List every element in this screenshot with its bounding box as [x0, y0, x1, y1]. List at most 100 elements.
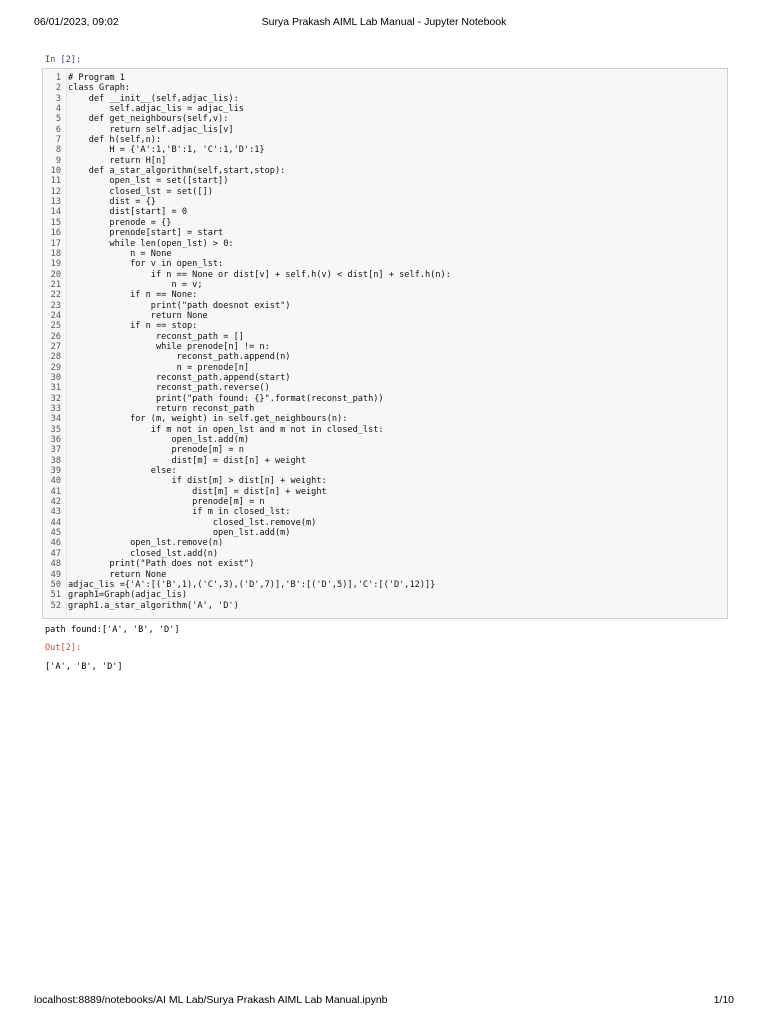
line-number: 3 [55, 93, 61, 104]
line-number: 41 [50, 486, 61, 497]
code-text: n = prenode[n] [68, 362, 250, 373]
code-line: 12 closed_lst = set([]) [43, 187, 451, 197]
code-text: dist[m] = dist[n] + weight [68, 486, 327, 497]
code-line: 39 else: [43, 466, 451, 476]
line-number: 18 [50, 248, 61, 259]
line-number: 47 [50, 548, 61, 559]
line-number: 48 [50, 559, 61, 570]
code-text: reconst_path = [] [68, 331, 244, 342]
code-text: if m in closed_lst: [68, 507, 291, 518]
code-text: open_lst.add(m) [68, 528, 291, 539]
code-text: graph1=Graph(adjac_lis) [68, 590, 187, 601]
code-line: 47 closed_lst.add(n) [43, 549, 451, 559]
code-text: prenode[m] = n [68, 497, 265, 508]
code-line: 21 n = v; [43, 280, 451, 290]
line-number: 42 [50, 497, 61, 508]
code-line: 16 prenode[start] = start [43, 228, 451, 238]
code-line: 40 if dist[m] > dist[n] + weight: [43, 476, 451, 486]
code-text: if dist[m] > dist[n] + weight: [68, 476, 327, 487]
code-text: print("path found: {}".format(reconst_pa… [68, 393, 384, 404]
line-number: 23 [50, 300, 61, 311]
code-line: 50 adjac_lis ={'A':[('B',1),('C',3),('D',… [43, 580, 451, 590]
code-line: 33 return reconst_path [43, 404, 451, 414]
line-number: 36 [50, 435, 61, 446]
line-number: 8 [55, 145, 61, 156]
line-number: 12 [50, 186, 61, 197]
line-number: 11 [50, 176, 61, 187]
line-number: 29 [50, 362, 61, 373]
code-line: 11 open_lst = set([start]) [43, 176, 451, 186]
line-number: 37 [50, 445, 61, 456]
code-line: 46 open_lst.remove(n) [43, 538, 451, 548]
code-text: open_lst = set([start]) [68, 176, 229, 187]
line-number: 39 [50, 466, 61, 477]
line-number: 5 [55, 114, 61, 125]
code-text: print("path doesnot exist") [68, 300, 291, 311]
line-number: 2 [55, 83, 61, 94]
code-line: 48 print("Path does not exist") [43, 559, 451, 569]
code-text: else: [68, 466, 177, 477]
line-number: 13 [50, 197, 61, 208]
code-line: 38 dist[m] = dist[n] + weight [43, 456, 451, 466]
code-line: 5 def get_neighbours(self,v): [43, 114, 451, 124]
page-title: Surya Prakash AIML Lab Manual - Jupyter … [261, 16, 507, 28]
code-line: 26 reconst_path = [] [43, 332, 451, 342]
code-line: 43 if m in closed_lst: [43, 507, 451, 517]
code-text: def __init__(self,adjac_lis): [68, 93, 239, 104]
code-text: if m not in open_lst and m not in closed… [68, 424, 384, 435]
code-line: 2 class Graph: [43, 83, 451, 93]
code-text: return H[n] [68, 155, 167, 166]
line-number: 31 [50, 383, 61, 394]
code-line: 45 open_lst.add(m) [43, 528, 451, 538]
line-number: 17 [50, 238, 61, 249]
code-text: n = v; [68, 279, 203, 290]
code-text: for (m, weight) in self.get_neighbours(n… [68, 414, 348, 425]
line-number: 38 [50, 455, 61, 466]
code-line: 25 if n == stop: [43, 321, 451, 331]
code-text: while prenode[n] != n: [68, 341, 270, 352]
code-text: graph1.a_star_algorithm('A', 'D') [68, 600, 239, 611]
code-line: 42 prenode[m] = n [43, 497, 451, 507]
line-number: 45 [50, 528, 61, 539]
line-number: 32 [50, 393, 61, 404]
code-text: return self.adjac_lis[v] [68, 124, 234, 135]
line-number: 1 [55, 73, 61, 83]
code-text: closed_lst = set([]) [68, 186, 213, 197]
code-line: 24 return None [43, 311, 451, 321]
code-line: 44 closed_lst.remove(m) [43, 518, 451, 528]
code-editor[interactable]: 1 # Program 1 2 class Graph: 3 def __init__(… [43, 73, 451, 611]
code-line: 29 n = prenode[n] [43, 363, 451, 373]
cell-result: ['A', 'B', 'D'] [45, 662, 123, 672]
code-line: 49 return None [43, 570, 451, 580]
code-text: prenode[m] = n [68, 445, 244, 456]
line-number: 30 [50, 372, 61, 383]
code-text: reconst_path.append(start) [68, 372, 291, 383]
code-text: H = {'A':1,'B':1, 'C':1,'D':1} [68, 145, 265, 156]
line-number: 50 [50, 579, 61, 590]
line-number: 34 [50, 414, 61, 425]
line-number: 51 [50, 590, 61, 601]
line-number: 46 [50, 538, 61, 549]
code-line: 22 if n == None: [43, 290, 451, 300]
code-line: 7 def h(self,n): [43, 135, 451, 145]
cell-stdout: path found:['A', 'B', 'D'] [45, 625, 180, 635]
code-text: def h(self,n): [68, 135, 162, 146]
code-text: open_lst.add(m) [68, 435, 250, 446]
code-line: 18 n = None [43, 249, 451, 259]
code-text: print("Path does not exist") [68, 559, 255, 570]
code-line: 23 print("path doesnot exist") [43, 301, 451, 311]
code-text: adjac_lis ={'A':[('B',1),('C',3),('D',7)… [68, 579, 436, 590]
line-number: 24 [50, 310, 61, 321]
code-text: # Program 1 [68, 73, 125, 83]
code-line: 4 self.adjac_lis = adjac_lis [43, 104, 451, 114]
code-line: 6 return self.adjac_lis[v] [43, 125, 451, 135]
code-line: 28 reconst_path.append(n) [43, 352, 451, 362]
line-number: 16 [50, 228, 61, 239]
code-line: 30 reconst_path.append(start) [43, 373, 451, 383]
line-number: 10 [50, 166, 61, 177]
code-cell[interactable]: 1 # Program 1 2 class Graph: 3 def __init__(… [42, 68, 728, 619]
line-number: 9 [55, 155, 61, 166]
code-line: 19 for v in open_lst: [43, 259, 451, 269]
code-line: 51 graph1=Graph(adjac_lis) [43, 590, 451, 600]
line-number: 22 [50, 290, 61, 301]
